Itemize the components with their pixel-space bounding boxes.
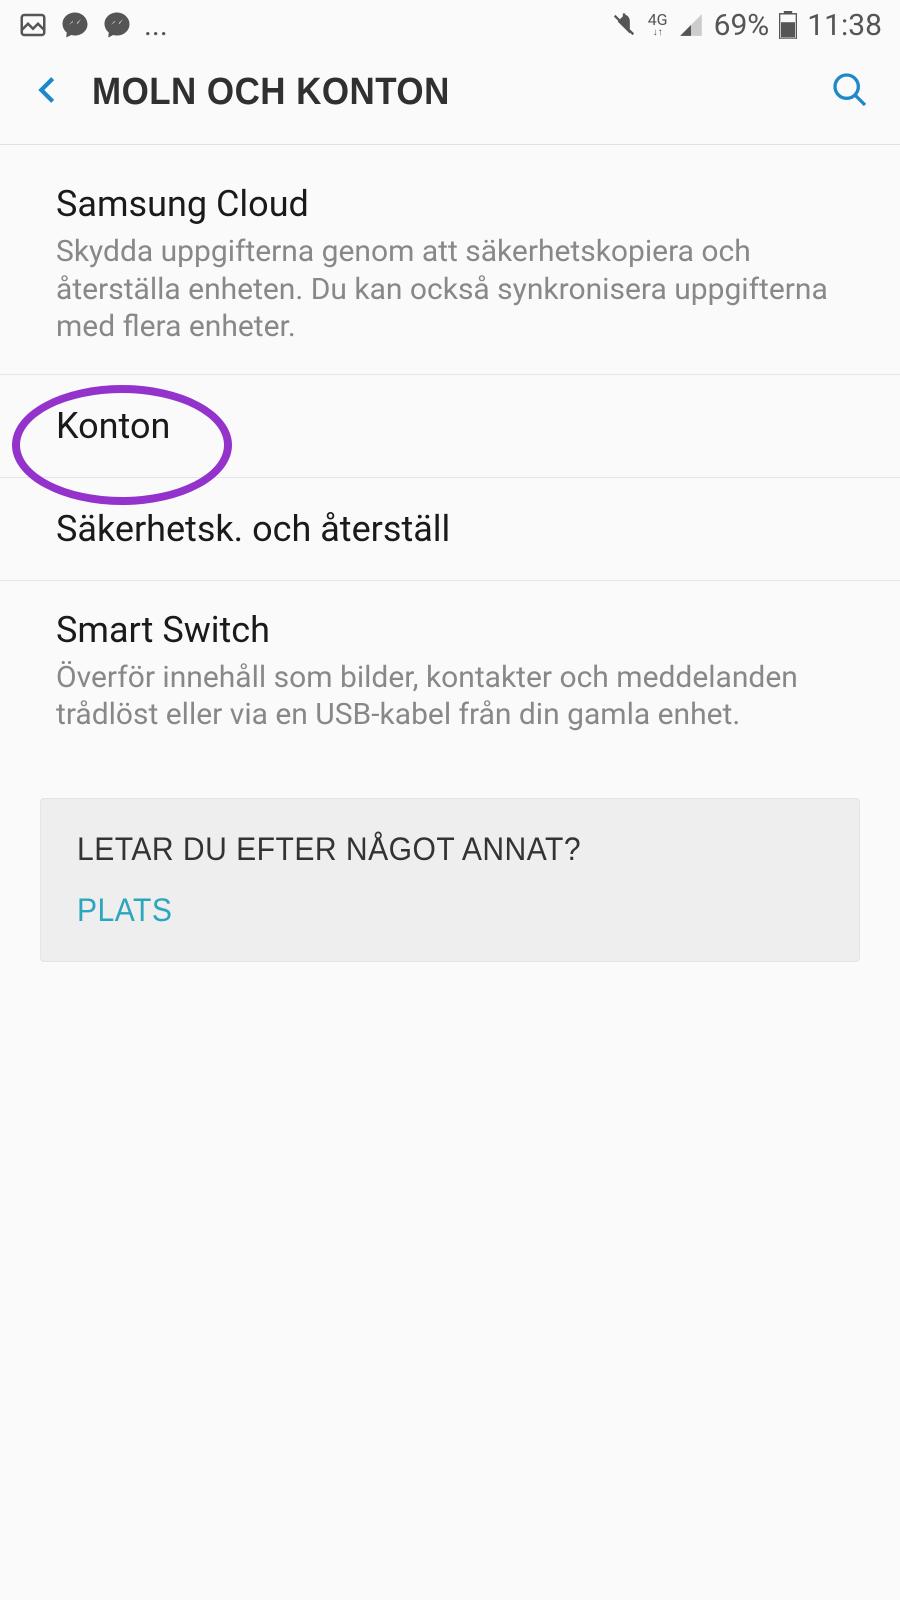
item-title: Smart Switch [56, 609, 844, 651]
status-left: ... [18, 8, 168, 43]
settings-list: Samsung Cloud Skydda uppgifterna genom a… [0, 145, 900, 962]
item-desc: Skydda uppgifterna genom att säkerhetsko… [56, 233, 844, 346]
list-item-backup-restore[interactable]: Säkerhetsk. och återställ [0, 478, 900, 581]
item-title: Samsung Cloud [56, 183, 844, 225]
search-icon [830, 70, 870, 110]
network-indicator: 4G ↓↑ [648, 12, 668, 38]
messenger-icon [102, 10, 132, 40]
list-item-samsung-cloud[interactable]: Samsung Cloud Skydda uppgifterna genom a… [0, 145, 900, 375]
mute-icon [610, 11, 638, 39]
battery-icon [779, 11, 797, 39]
chevron-left-icon [30, 70, 64, 110]
status-right: 4G ↓↑ 69% 11:38 [610, 8, 882, 43]
network-arrows: ↓↑ [653, 28, 663, 38]
page-title: MOLN OCH KONTON [92, 71, 745, 114]
status-bar: ... 4G ↓↑ 69% 11:38 [0, 0, 900, 50]
battery-percent: 69% [714, 8, 770, 43]
app-bar: MOLN OCH KONTON [0, 50, 900, 145]
footer-card: LETAR DU EFTER NÅGOT ANNAT? PLATS [40, 798, 860, 962]
back-button[interactable] [30, 70, 64, 114]
more-indicator: ... [144, 8, 168, 43]
image-icon [18, 10, 48, 40]
network-label: 4G [648, 12, 668, 28]
item-title: Säkerhetsk. och återställ [56, 508, 844, 550]
footer-link-plats[interactable]: PLATS [77, 892, 172, 929]
item-title: Konton [56, 405, 844, 447]
footer-title: LETAR DU EFTER NÅGOT ANNAT? [77, 831, 778, 868]
messenger-icon [60, 10, 90, 40]
signal-icon [678, 12, 704, 38]
list-item-konton[interactable]: Konton [0, 375, 900, 478]
item-desc: Överför innehåll som bilder, kontakter o… [56, 659, 844, 734]
clock: 11:38 [807, 8, 882, 43]
search-button[interactable] [830, 70, 870, 114]
list-item-smart-switch[interactable]: Smart Switch Överför innehåll som bilder… [0, 581, 900, 762]
